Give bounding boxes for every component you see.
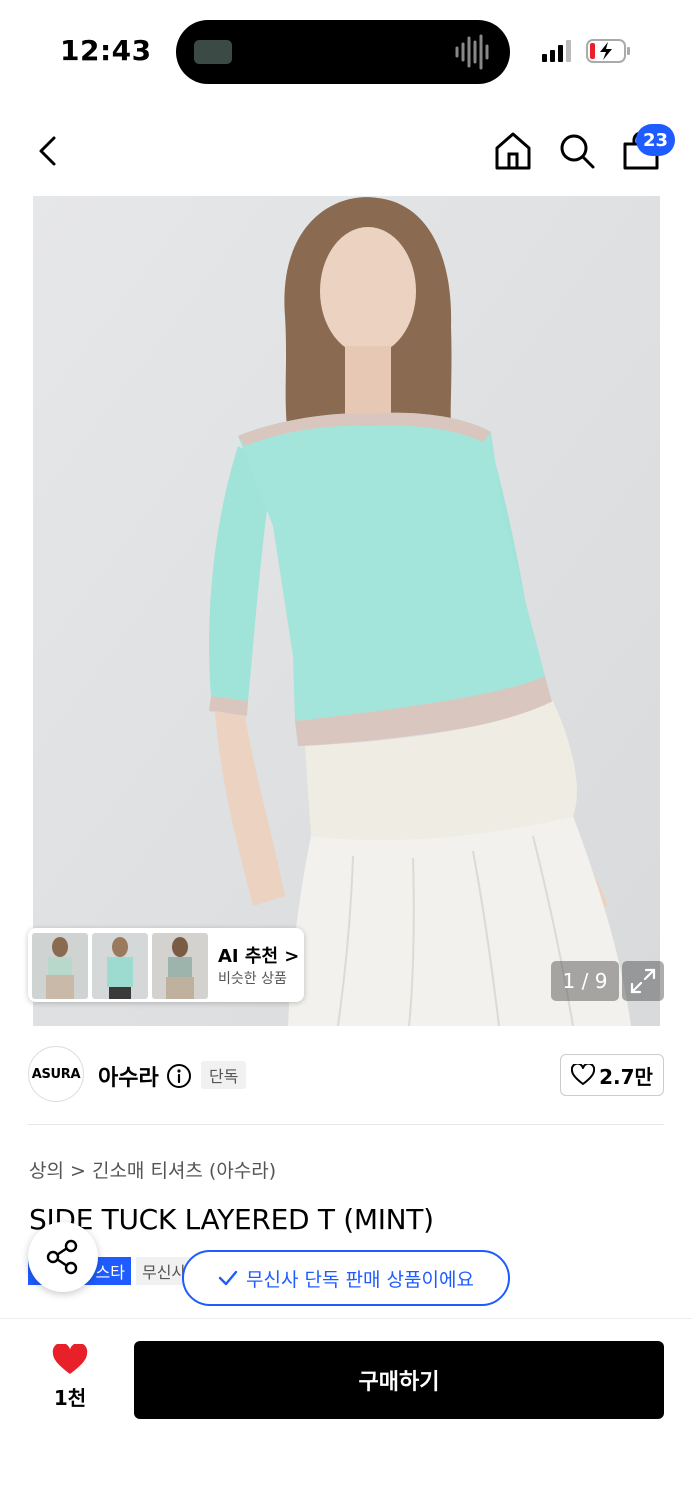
cart-count-badge: 23	[636, 124, 676, 156]
wishlist-count: 1천	[53, 1386, 87, 1410]
ai-recommendation-subtitle: 비슷한 상품	[218, 971, 287, 987]
brand-name[interactable]: 아수라	[98, 1060, 159, 1092]
audio-wave-icon	[455, 34, 489, 70]
recommendation-thumbnail-3[interactable]	[152, 933, 208, 999]
cellular-signal-icon	[542, 40, 571, 62]
top-navigation	[0, 110, 692, 190]
brand-logo[interactable]: ASURA	[28, 1046, 84, 1102]
status-bar: 12:43	[0, 0, 692, 100]
status-time: 12:43	[60, 34, 152, 67]
share-icon	[46, 1239, 78, 1275]
ai-recommendation-title: AI 추천 >	[218, 946, 300, 967]
product-image[interactable]	[33, 196, 660, 1026]
brand-like-count: 2.7만	[599, 1064, 653, 1089]
expand-icon	[630, 968, 656, 994]
exclusive-tag: 단독	[201, 1061, 247, 1089]
heart-filled-icon	[52, 1342, 88, 1374]
dynamic-island	[176, 20, 510, 84]
exclusive-toast: 무신사 단독 판매 상품이에요	[182, 1250, 510, 1306]
info-icon[interactable]	[166, 1063, 192, 1089]
toast-text: 무신사 단독 판매 상품이에요	[246, 1268, 474, 1291]
home-icon[interactable]	[492, 130, 534, 172]
brand-like-button[interactable]: 2.7만	[560, 1054, 664, 1096]
search-icon[interactable]	[556, 130, 598, 172]
breadcrumb[interactable]: 상의 > 긴소매 티셔츠 (아수라)	[29, 1156, 276, 1183]
battery-charging-icon	[586, 39, 630, 63]
checkmark-icon	[218, 1270, 238, 1286]
back-arrow-icon[interactable]	[28, 130, 70, 172]
image-page-indicator: 1 / 9	[551, 961, 619, 1001]
product-photo-illustration	[33, 196, 660, 1026]
recommendation-thumbnail-1[interactable]	[32, 933, 88, 999]
now-playing-thumbnail	[194, 40, 232, 64]
share-button[interactable]	[28, 1222, 98, 1292]
ai-recommendation-card[interactable]: AI 추천 > 비슷한 상품	[28, 928, 304, 1002]
heart-outline-icon	[571, 1064, 596, 1085]
wishlist-button[interactable]: 1천	[30, 1342, 110, 1411]
expand-image-button[interactable]	[622, 961, 664, 1001]
divider	[28, 1124, 664, 1125]
buy-button[interactable]: 구매하기	[134, 1341, 664, 1419]
recommendation-thumbnail-2[interactable]	[92, 933, 148, 999]
